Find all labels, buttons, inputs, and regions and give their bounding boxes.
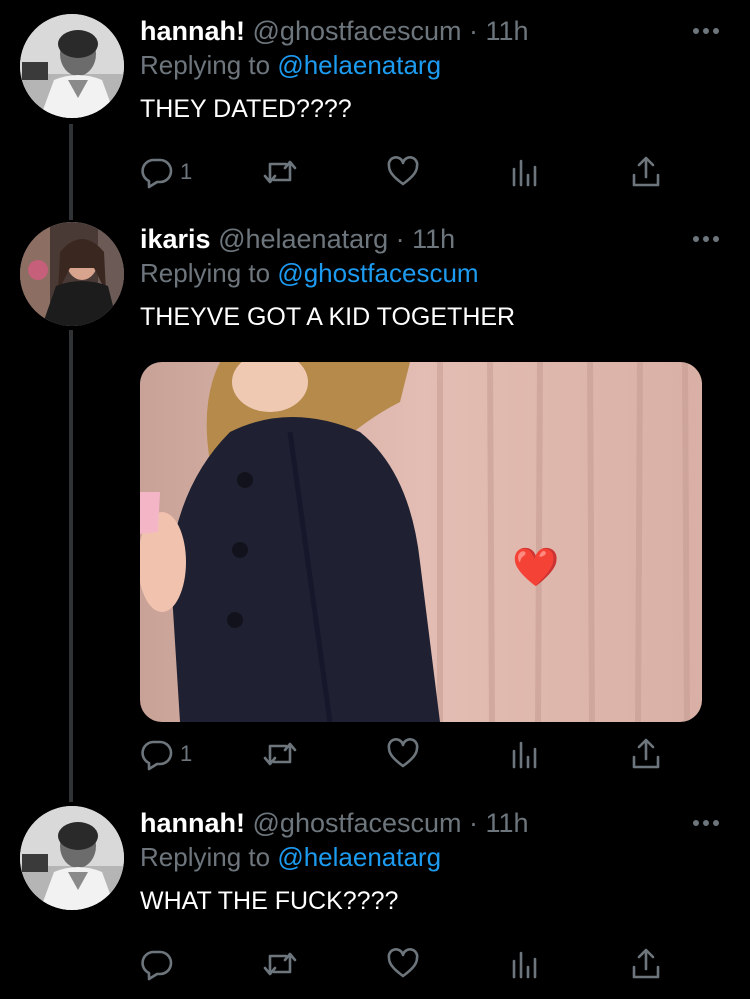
reply-count: 1 (180, 741, 193, 766)
more-icon[interactable] (692, 26, 720, 36)
like-button[interactable] (386, 152, 420, 192)
reply-icon (141, 158, 173, 189)
tweet-text: THEYVE GOT A KID TOGETHER (140, 303, 516, 331)
reply-button[interactable]: 1 (140, 152, 192, 192)
tweet[interactable]: ikaris @helaenatarg · 11h Replying to @g… (0, 200, 750, 790)
share-button[interactable] (630, 152, 662, 192)
user-handle[interactable]: @ghostfacescum (253, 16, 462, 46)
tweet-actions: 1 (140, 152, 680, 192)
like-icon (387, 156, 419, 186)
timestamp[interactable]: · 11h (469, 16, 529, 46)
display-name[interactable]: hannah! (140, 16, 245, 46)
user-handle[interactable]: @ghostfacescum (253, 808, 462, 838)
user-handle[interactable]: @helaenatarg (218, 224, 388, 254)
tweet[interactable]: hannah! @ghostfacescum · 11h Replying to… (0, 0, 750, 200)
like-button[interactable] (386, 734, 420, 774)
share-icon (632, 948, 660, 979)
like-icon (387, 738, 419, 768)
mention-link[interactable]: @ghostfacescum (277, 258, 478, 288)
tweet-header: hannah! @ghostfacescum · 11h (140, 14, 710, 48)
replying-to: Replying to @helaenatarg (140, 48, 710, 82)
reply-button[interactable] (140, 944, 180, 984)
retweet-button[interactable] (262, 944, 298, 984)
display-name[interactable]: ikaris (140, 224, 211, 254)
share-button[interactable] (630, 944, 662, 984)
share-icon (632, 738, 660, 769)
analytics-button[interactable] (510, 944, 540, 984)
replying-to-label: Replying to (140, 50, 271, 80)
tweet[interactable]: hannah! @ghostfacescum · 11h Replying to… (0, 790, 750, 999)
retweet-icon (263, 952, 297, 976)
mention-link[interactable]: @helaenatarg (277, 50, 441, 80)
retweet-icon (263, 742, 297, 766)
avatar[interactable] (20, 222, 124, 326)
tweet-actions (140, 944, 680, 984)
timestamp[interactable]: · 11h (396, 224, 456, 254)
tweet-text: WHAT THE FUCK???? (140, 887, 399, 915)
tweet-actions: 1 (140, 734, 680, 774)
more-icon[interactable] (692, 234, 720, 244)
display-name[interactable]: hannah! (140, 808, 245, 838)
tweet-header: hannah! @ghostfacescum · 11h (140, 806, 710, 840)
mention-link[interactable]: @helaenatarg (277, 842, 441, 872)
share-icon (632, 156, 660, 187)
reply-icon (141, 740, 173, 771)
replying-to: Replying to @ghostfacescum (140, 256, 710, 290)
analytics-icon (512, 159, 537, 187)
analytics-button[interactable] (510, 734, 540, 774)
like-button[interactable] (386, 944, 420, 984)
retweet-button[interactable] (262, 734, 298, 774)
replying-to-label: Replying to (140, 258, 271, 288)
reply-icon (141, 950, 173, 981)
tweet-media-image[interactable]: ❤️ (140, 362, 702, 722)
tweet-text: THEY DATED???? (140, 95, 352, 123)
analytics-icon (512, 741, 537, 769)
retweet-button[interactable] (262, 152, 298, 192)
retweet-icon (263, 160, 297, 184)
tweet-header: ikaris @helaenatarg · 11h (140, 222, 710, 256)
more-icon[interactable] (692, 818, 720, 828)
timestamp[interactable]: · 11h (469, 808, 529, 838)
reply-count: 1 (180, 159, 193, 184)
avatar[interactable] (20, 806, 124, 910)
analytics-icon (512, 951, 537, 979)
share-button[interactable] (630, 734, 662, 774)
replying-to: Replying to @helaenatarg (140, 840, 710, 874)
heart-emoji: ❤️ (512, 547, 560, 589)
avatar[interactable] (20, 14, 124, 118)
analytics-button[interactable] (510, 152, 540, 192)
like-icon (387, 948, 419, 978)
replying-to-label: Replying to (140, 842, 271, 872)
reply-button[interactable]: 1 (140, 734, 192, 774)
